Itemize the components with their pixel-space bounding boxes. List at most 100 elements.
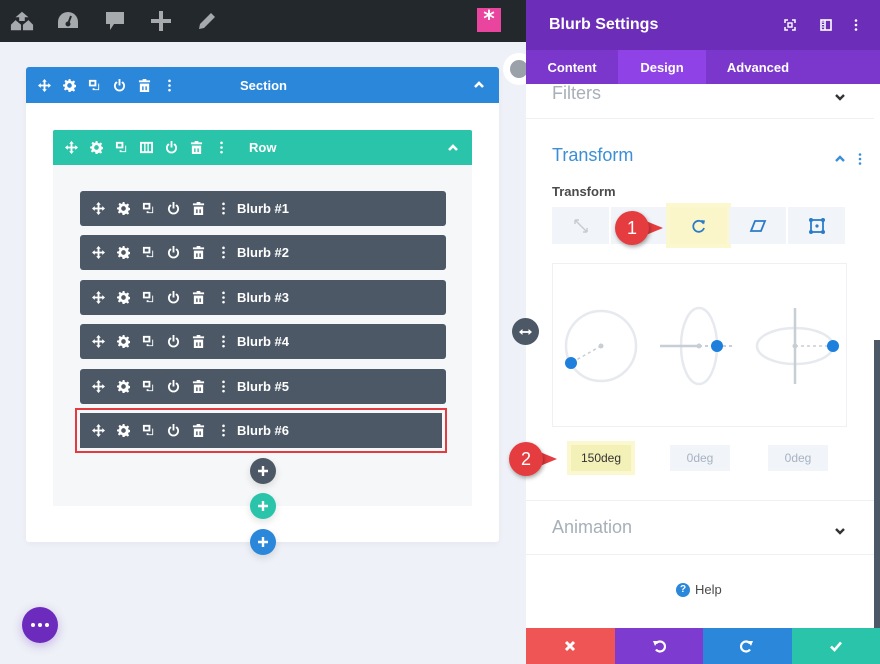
more-options-icon[interactable] [848,17,864,33]
edit-icon[interactable] [195,9,219,33]
rotate-z-control[interactable] [564,309,638,383]
collapse-row-icon[interactable] [447,130,459,165]
duplicate-icon[interactable] [109,130,134,165]
more-options-icon[interactable] [211,324,236,359]
module-blurb[interactable]: Blurb #5 [80,368,446,404]
power-icon[interactable] [161,280,186,315]
power-icon[interactable] [107,67,132,103]
toggle-transform[interactable]: Transform [552,145,633,166]
power-icon[interactable] [159,130,184,165]
toggle-filters[interactable]: Filters [552,84,601,104]
trash-icon[interactable] [186,369,211,404]
duplicate-icon[interactable] [136,191,161,226]
tab-design[interactable]: Design [618,50,706,84]
more-options-icon[interactable] [211,191,236,226]
row-header[interactable]: Row [53,130,472,165]
duplicate-icon[interactable] [136,324,161,359]
gear-icon[interactable] [111,413,136,448]
transform-scale-button[interactable] [552,207,609,244]
collapse-transform-icon[interactable] [834,150,846,162]
gear-icon[interactable] [111,191,136,226]
duplicate-icon[interactable] [136,280,161,315]
module-blurb[interactable]: Blurb #2 [80,235,446,271]
transform-skew-button[interactable] [729,207,786,244]
rotate-y-control[interactable] [755,308,839,384]
undo-button[interactable] [614,628,703,664]
rotate-z-handle[interactable] [565,357,577,369]
move-icon[interactable] [86,324,111,359]
trash-icon[interactable] [132,67,157,103]
module-blurb[interactable]: Blurb #6 [75,408,447,453]
move-icon[interactable] [86,369,111,404]
power-icon[interactable] [161,191,186,226]
move-icon[interactable] [59,130,84,165]
toggle-animation[interactable]: Animation [552,517,632,538]
gear-icon[interactable] [57,67,82,103]
transform-options-icon[interactable] [858,150,862,169]
duplicate-icon[interactable] [136,369,161,404]
trash-icon[interactable] [186,324,211,359]
power-icon[interactable] [161,324,186,359]
move-icon[interactable] [86,235,111,270]
expand-animation-icon[interactable] [834,522,846,535]
more-options-icon[interactable] [157,67,182,103]
power-icon[interactable] [161,235,186,270]
rotate-z-input[interactable]: 150deg [571,445,631,471]
power-icon[interactable] [161,413,186,448]
power-icon[interactable] [161,369,186,404]
duplicate-icon[interactable] [136,235,161,270]
builder-badge[interactable]: * [477,8,501,32]
sidebar-snap-icon[interactable] [818,17,834,33]
duplicate-icon[interactable] [82,67,107,103]
trash-icon[interactable] [186,191,211,226]
module-blurb[interactable]: Blurb #1 [80,191,446,226]
collapse-section-icon[interactable] [473,67,485,103]
page-settings-button[interactable] [22,607,58,643]
gear-icon[interactable] [111,324,136,359]
gear-icon[interactable] [111,369,136,404]
gear-icon[interactable] [111,235,136,270]
duplicate-icon[interactable] [136,413,161,448]
sites-icon[interactable] [10,9,34,33]
module-blurb[interactable]: Blurb #4 [80,324,446,360]
redo-button[interactable] [703,628,792,664]
transform-origin-button[interactable] [788,207,845,244]
gear-icon[interactable] [111,280,136,315]
move-icon[interactable] [86,413,111,448]
more-options-icon[interactable] [209,130,234,165]
panel-resize-handle[interactable] [512,318,539,345]
panel-header[interactable]: Blurb Settings [526,0,880,50]
dashboard-icon[interactable] [56,9,80,33]
more-options-icon[interactable] [211,413,236,448]
rotate-x-handle[interactable] [711,340,723,352]
module-blurb[interactable]: Blurb #3 [80,279,446,315]
more-options-icon[interactable] [211,369,236,404]
transform-rotate-button[interactable] [670,207,727,244]
panel-scrollbar[interactable] [874,340,880,628]
add-row-button[interactable] [250,493,276,519]
add-new-icon[interactable] [149,9,173,33]
comments-icon[interactable] [103,9,127,33]
move-icon[interactable] [86,280,111,315]
trash-icon[interactable] [186,280,211,315]
rotate-y-handle[interactable] [827,340,839,352]
move-icon[interactable] [32,67,57,103]
rotate-x-control[interactable] [660,306,735,386]
trash-icon[interactable] [186,235,211,270]
more-options-icon[interactable] [211,280,236,315]
tab-advanced[interactable]: Advanced [706,50,810,84]
add-module-button[interactable] [250,458,276,484]
gear-icon[interactable] [84,130,109,165]
columns-icon[interactable] [134,130,159,165]
move-icon[interactable] [86,191,111,226]
fullscreen-icon[interactable] [782,17,798,33]
tab-content[interactable]: Content [526,50,618,84]
help-link[interactable]: ? Help [676,582,722,597]
expand-filters-icon[interactable] [834,88,846,101]
save-button[interactable] [791,628,880,664]
trash-icon[interactable] [186,413,211,448]
rotate-x-input[interactable]: 0deg [670,445,730,471]
more-options-icon[interactable] [211,235,236,270]
rotate-y-input[interactable]: 0deg [768,445,828,471]
discard-button[interactable] [526,628,615,664]
